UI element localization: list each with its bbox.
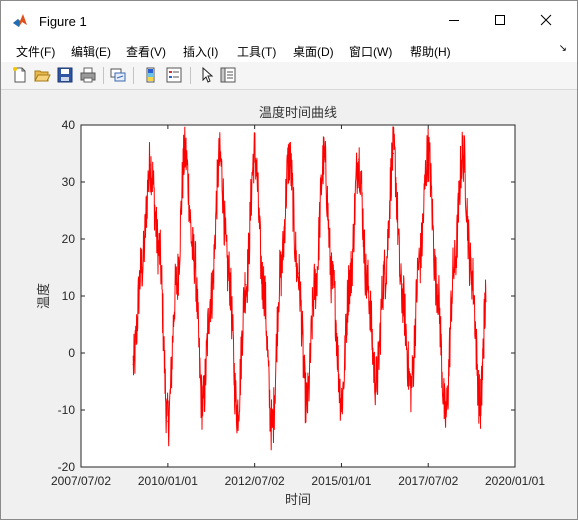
y-tick-label: 20 <box>62 232 76 246</box>
series-point <box>193 255 195 257</box>
series-point <box>453 266 455 269</box>
x-tick-label: 2012/07/02 <box>225 474 285 488</box>
series-point <box>418 261 421 263</box>
series-point <box>297 272 299 274</box>
y-tick-label: 30 <box>62 175 76 189</box>
chart-title: 温度时间曲线 <box>259 105 337 120</box>
series-point <box>149 164 151 166</box>
series-point <box>485 301 487 303</box>
menu-desktop[interactable]: 桌面(D) <box>293 43 334 60</box>
x-tick-label: 2015/01/01 <box>311 474 371 488</box>
series-point <box>132 363 134 365</box>
minimize-icon <box>449 20 459 21</box>
series-point <box>262 284 264 286</box>
series-point <box>280 272 282 274</box>
series-point <box>167 420 169 422</box>
series-point <box>445 415 447 417</box>
series-point <box>384 272 386 274</box>
series-point <box>184 152 186 155</box>
series-point <box>210 295 212 297</box>
menu-window[interactable]: 窗口(W) <box>349 43 392 60</box>
series-point <box>358 158 360 160</box>
series-point <box>306 403 308 405</box>
series-point <box>410 386 412 388</box>
y-tick-label: -10 <box>58 403 76 417</box>
y-tick-label: 40 <box>62 118 76 132</box>
x-axis-label: 时间 <box>285 492 311 507</box>
figure-window: Figure 1 文件(F) 编辑(E) 查看(V) 插入(I) 工具(T) 桌… <box>0 0 578 520</box>
temperature-chart[interactable]: 2007/07/02 2010/01/01 2012/07/02 2015/01/01… <box>1 90 577 519</box>
series-point <box>201 403 204 405</box>
close-icon <box>540 14 552 26</box>
toolbar-separator <box>190 67 191 84</box>
series-point <box>227 272 230 274</box>
open-file-icon[interactable] <box>33 66 51 84</box>
x-tick-label: 2007/07/02 <box>51 474 111 488</box>
series-point <box>236 409 238 411</box>
colorbar-icon[interactable] <box>142 66 160 84</box>
menu-edit[interactable]: 编辑(E) <box>71 43 111 60</box>
legend-icon[interactable] <box>165 66 183 84</box>
series-point <box>392 152 395 155</box>
series-point <box>288 158 290 160</box>
series-point <box>314 284 316 286</box>
menu-bar: 文件(F) 编辑(E) 查看(V) 插入(I) 工具(T) 桌面(D) 窗口(W… <box>1 39 577 62</box>
toolbar-separator <box>133 67 134 84</box>
series-point <box>332 284 334 286</box>
menu-tools[interactable]: 工具(T) <box>237 43 276 60</box>
series-point <box>253 152 256 155</box>
series-point <box>462 152 464 155</box>
series-point <box>349 278 351 280</box>
y-tick-label: -20 <box>58 460 76 474</box>
series-point <box>323 158 325 160</box>
y-tick-label: 0 <box>68 346 75 360</box>
series-point <box>158 249 160 251</box>
series-point <box>470 272 473 274</box>
save-icon[interactable] <box>56 66 74 84</box>
figure-toolbar <box>1 62 577 90</box>
maximize-icon <box>495 15 505 25</box>
series-point <box>245 284 247 286</box>
series-point <box>340 398 343 400</box>
series-point <box>219 158 221 160</box>
edit-plot-arrow-icon[interactable] <box>198 66 216 84</box>
minimize-button[interactable] <box>431 1 477 39</box>
x-tick-label: 2010/01/01 <box>138 474 198 488</box>
series-point <box>141 266 143 269</box>
print-icon[interactable] <box>79 66 97 84</box>
new-figure-icon[interactable] <box>11 66 29 84</box>
y-tick-label: 10 <box>62 289 76 303</box>
close-button[interactable] <box>523 1 569 39</box>
window-title: Figure 1 <box>39 14 87 29</box>
series-point <box>401 295 403 297</box>
series-point <box>366 284 368 286</box>
matlab-logo-icon <box>13 14 27 27</box>
menu-help[interactable]: 帮助(H) <box>410 43 451 60</box>
menu-view[interactable]: 查看(V) <box>126 43 166 60</box>
series-point <box>271 426 273 428</box>
y-axis-label: 温度 <box>36 283 51 309</box>
figure-canvas[interactable]: 2007/07/02 2010/01/01 2012/07/02 2015/01/01… <box>1 90 577 519</box>
menu-dock-arrow-icon[interactable]: ↘ <box>559 43 567 54</box>
series-point <box>479 403 481 405</box>
series-point <box>375 380 377 383</box>
x-tick-label: 2020/01/01 <box>485 474 545 488</box>
link-plot-icon[interactable] <box>109 66 127 84</box>
axes-background <box>81 125 515 467</box>
series-point <box>427 152 429 155</box>
x-tick-label: 2017/07/02 <box>398 474 458 488</box>
maximize-button[interactable] <box>477 1 523 39</box>
series-point <box>175 284 178 286</box>
menu-insert[interactable]: 插入(I) <box>183 43 218 60</box>
menu-file[interactable]: 文件(F) <box>16 43 55 60</box>
toolbar-separator <box>103 67 104 84</box>
property-inspector-icon[interactable] <box>219 66 237 84</box>
title-bar[interactable]: Figure 1 <box>1 1 577 39</box>
series-point <box>436 284 438 286</box>
